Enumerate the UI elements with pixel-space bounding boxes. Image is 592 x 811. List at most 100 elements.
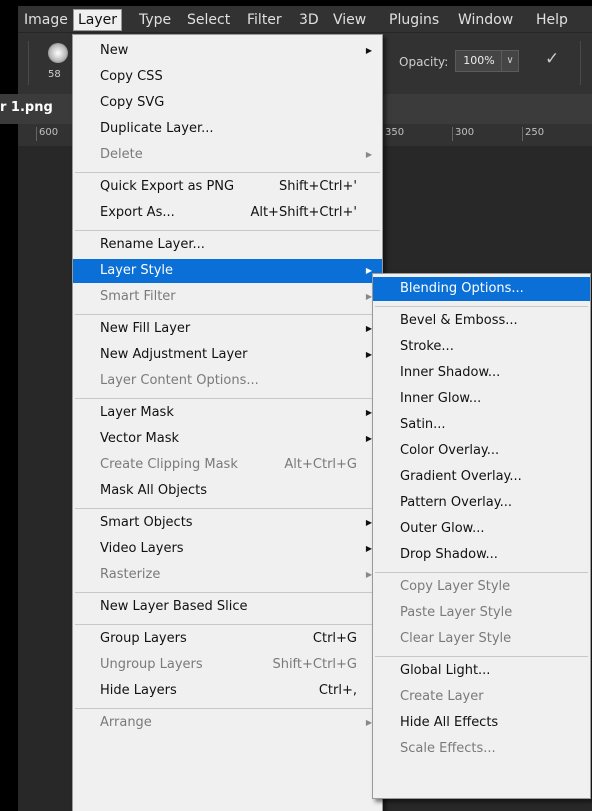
menu-item-label: Paste Layer Style xyxy=(400,605,513,620)
pressure-opacity-icon[interactable]: ✓ xyxy=(545,49,559,69)
layer-menu-item-new-adjustment-layer[interactable]: New Adjustment Layer ▶ xyxy=(73,343,382,367)
layer-style-item-global-light[interactable]: Global Light... xyxy=(373,659,590,683)
menu-item-label: Create Clipping Mask xyxy=(100,457,238,472)
layer-menu-item-delete: Delete ▶ xyxy=(73,143,382,167)
layer-menu-item-export-as[interactable]: Export As... Alt+Shift+Ctrl+' xyxy=(73,201,382,225)
menu-shortcut: Shift+Ctrl+' xyxy=(278,179,357,194)
menu-select[interactable]: Select xyxy=(183,10,234,30)
menu-image[interactable]: Image xyxy=(20,10,72,30)
menu-separator xyxy=(375,656,588,657)
menu-shortcut: Ctrl+G xyxy=(312,631,357,646)
layer-menu-item-vector-mask[interactable]: Vector Mask ▶ xyxy=(73,427,382,451)
menu-item-label: Smart Filter xyxy=(100,289,176,304)
layer-menu-item-new[interactable]: New ▶ xyxy=(73,39,382,63)
document-tab[interactable]: r 1.png xyxy=(0,100,53,115)
layer-menu-item-quick-export-as-png[interactable]: Quick Export as PNG Shift+Ctrl+' xyxy=(73,175,382,199)
layer-menu-item-new-layer-based-slice[interactable]: New Layer Based Slice xyxy=(73,595,382,619)
layer-menu-item-new-fill-layer[interactable]: New Fill Layer ▶ xyxy=(73,317,382,341)
layer-style-item-blending-options[interactable]: Blending Options... xyxy=(373,277,590,301)
opacity-dropdown-icon[interactable]: ∨ xyxy=(501,50,519,72)
menu-item-label: Rasterize xyxy=(100,567,161,582)
menu-item-label: Color Overlay... xyxy=(400,443,500,458)
layer-menu-item-video-layers[interactable]: Video Layers ▶ xyxy=(73,537,382,561)
menu-item-label: Outer Glow... xyxy=(400,521,485,536)
menu-item-label: Copy CSS xyxy=(100,69,163,84)
layer-style-item-inner-glow[interactable]: Inner Glow... xyxy=(373,387,590,411)
menu-item-label: Hide All Effects xyxy=(400,715,499,730)
layer-style-item-paste-layer-style: Paste Layer Style xyxy=(373,601,590,625)
brush-preset-icon[interactable] xyxy=(48,43,68,63)
menu-item-label: Inner Glow... xyxy=(400,391,482,406)
layer-menu-item-group-layers[interactable]: Group Layers Ctrl+G xyxy=(73,627,382,651)
menu-item-label: Duplicate Layer... xyxy=(100,121,214,136)
menu-item-label: Bevel & Emboss... xyxy=(400,313,518,328)
opacity-input[interactable]: 100% xyxy=(455,50,503,72)
menu-item-label: Rename Layer... xyxy=(100,237,205,252)
layer-style-item-pattern-overlay[interactable]: Pattern Overlay... xyxy=(373,491,590,515)
layer-menu-item-mask-all-objects[interactable]: Mask All Objects xyxy=(73,479,382,503)
layer-style-item-create-layer: Create Layer xyxy=(373,685,590,709)
menu-help[interactable]: Help xyxy=(532,10,572,30)
layer-style-item-hide-all-effects[interactable]: Hide All Effects xyxy=(373,711,590,735)
layer-style-item-satin[interactable]: Satin... xyxy=(373,413,590,437)
layer-menu-item-hide-layers[interactable]: Hide Layers Ctrl+, xyxy=(73,679,382,703)
layer-menu-item-copy-svg[interactable]: Copy SVG xyxy=(73,91,382,115)
menu-separator xyxy=(375,306,588,307)
menu-item-label: New Fill Layer xyxy=(100,321,191,336)
layer-style-item-bevel-and-emboss[interactable]: Bevel & Emboss... xyxy=(373,309,590,333)
menu-item-label: Arrange xyxy=(100,715,152,730)
layer-style-item-clear-layer-style: Clear Layer Style xyxy=(373,627,590,651)
menu-separator xyxy=(75,708,380,709)
layer-style-item-stroke[interactable]: Stroke... xyxy=(373,335,590,359)
submenu-arrow-icon: ▶ xyxy=(365,150,372,159)
menu-item-label: Gradient Overlay... xyxy=(400,469,522,484)
menu-3d[interactable]: 3D xyxy=(295,10,323,30)
layer-menu-item-arrange: Arrange ▶ xyxy=(73,711,382,735)
menu-item-label: Hide Layers xyxy=(100,683,177,698)
menu-shortcut: Ctrl+, xyxy=(318,683,357,698)
menu-separator xyxy=(75,592,380,593)
layer-menu-item-smart-objects[interactable]: Smart Objects ▶ xyxy=(73,511,382,535)
menu-item-label: Stroke... xyxy=(400,339,454,354)
menu-filter[interactable]: Filter xyxy=(243,10,286,30)
menu-bar: Image Layer Type Select Filter 3D View Plugins W… xyxy=(18,6,592,32)
layer-menu-item-layer-style[interactable]: Layer Style ▶ xyxy=(73,259,382,283)
menu-item-label: Smart Objects xyxy=(100,515,193,530)
menu-plugins[interactable]: Plugins xyxy=(385,10,443,30)
menu-window[interactable]: Window xyxy=(454,10,517,30)
menu-item-label: Blending Options... xyxy=(400,281,524,296)
layer-style-item-scale-effects: Scale Effects... xyxy=(373,737,590,761)
layer-style-item-copy-layer-style: Copy Layer Style xyxy=(373,575,590,599)
menu-item-label: Layer Style xyxy=(100,263,174,278)
ruler-tick: 350 xyxy=(382,127,404,141)
options-separator xyxy=(580,41,581,85)
menu-separator xyxy=(375,572,588,573)
menu-item-label: Scale Effects... xyxy=(400,741,496,756)
options-separator xyxy=(28,41,29,85)
layer-style-submenu: Blending Options... Bevel & Emboss... Stro… xyxy=(372,273,591,799)
menu-view[interactable]: View xyxy=(329,10,370,30)
layer-menu-item-rename-layer[interactable]: Rename Layer... xyxy=(73,233,382,257)
menu-layer[interactable]: Layer xyxy=(73,9,123,31)
layer-menu-item-layer-mask[interactable]: Layer Mask ▶ xyxy=(73,401,382,425)
menu-shortcut: Alt+Shift+Ctrl+' xyxy=(250,205,357,220)
menu-item-label: Inner Shadow... xyxy=(400,365,501,380)
layer-style-item-outer-glow[interactable]: Outer Glow... xyxy=(373,517,590,541)
layer-style-item-gradient-overlay[interactable]: Gradient Overlay... xyxy=(373,465,590,489)
layer-style-item-drop-shadow[interactable]: Drop Shadow... xyxy=(373,543,590,567)
layer-menu-item-copy-css[interactable]: Copy CSS xyxy=(73,65,382,89)
layer-menu-item-duplicate-layer[interactable]: Duplicate Layer... xyxy=(73,117,382,141)
menu-separator xyxy=(75,314,380,315)
layer-menu-item-rasterize: Rasterize ▶ xyxy=(73,563,382,587)
menu-item-label: Drop Shadow... xyxy=(400,547,498,562)
menu-type[interactable]: Type xyxy=(135,10,175,30)
layer-style-item-color-overlay[interactable]: Color Overlay... xyxy=(373,439,590,463)
menu-item-label: Layer Mask xyxy=(100,405,174,420)
menu-item-label: Video Layers xyxy=(100,541,184,556)
layer-style-item-inner-shadow[interactable]: Inner Shadow... xyxy=(373,361,590,385)
menu-item-label: New xyxy=(100,43,129,58)
menu-item-label: New Layer Based Slice xyxy=(100,599,248,614)
menu-separator xyxy=(75,398,380,399)
menu-item-label: Group Layers xyxy=(100,631,187,646)
layer-menu-item-layer-content-options: Layer Content Options... xyxy=(73,369,382,393)
